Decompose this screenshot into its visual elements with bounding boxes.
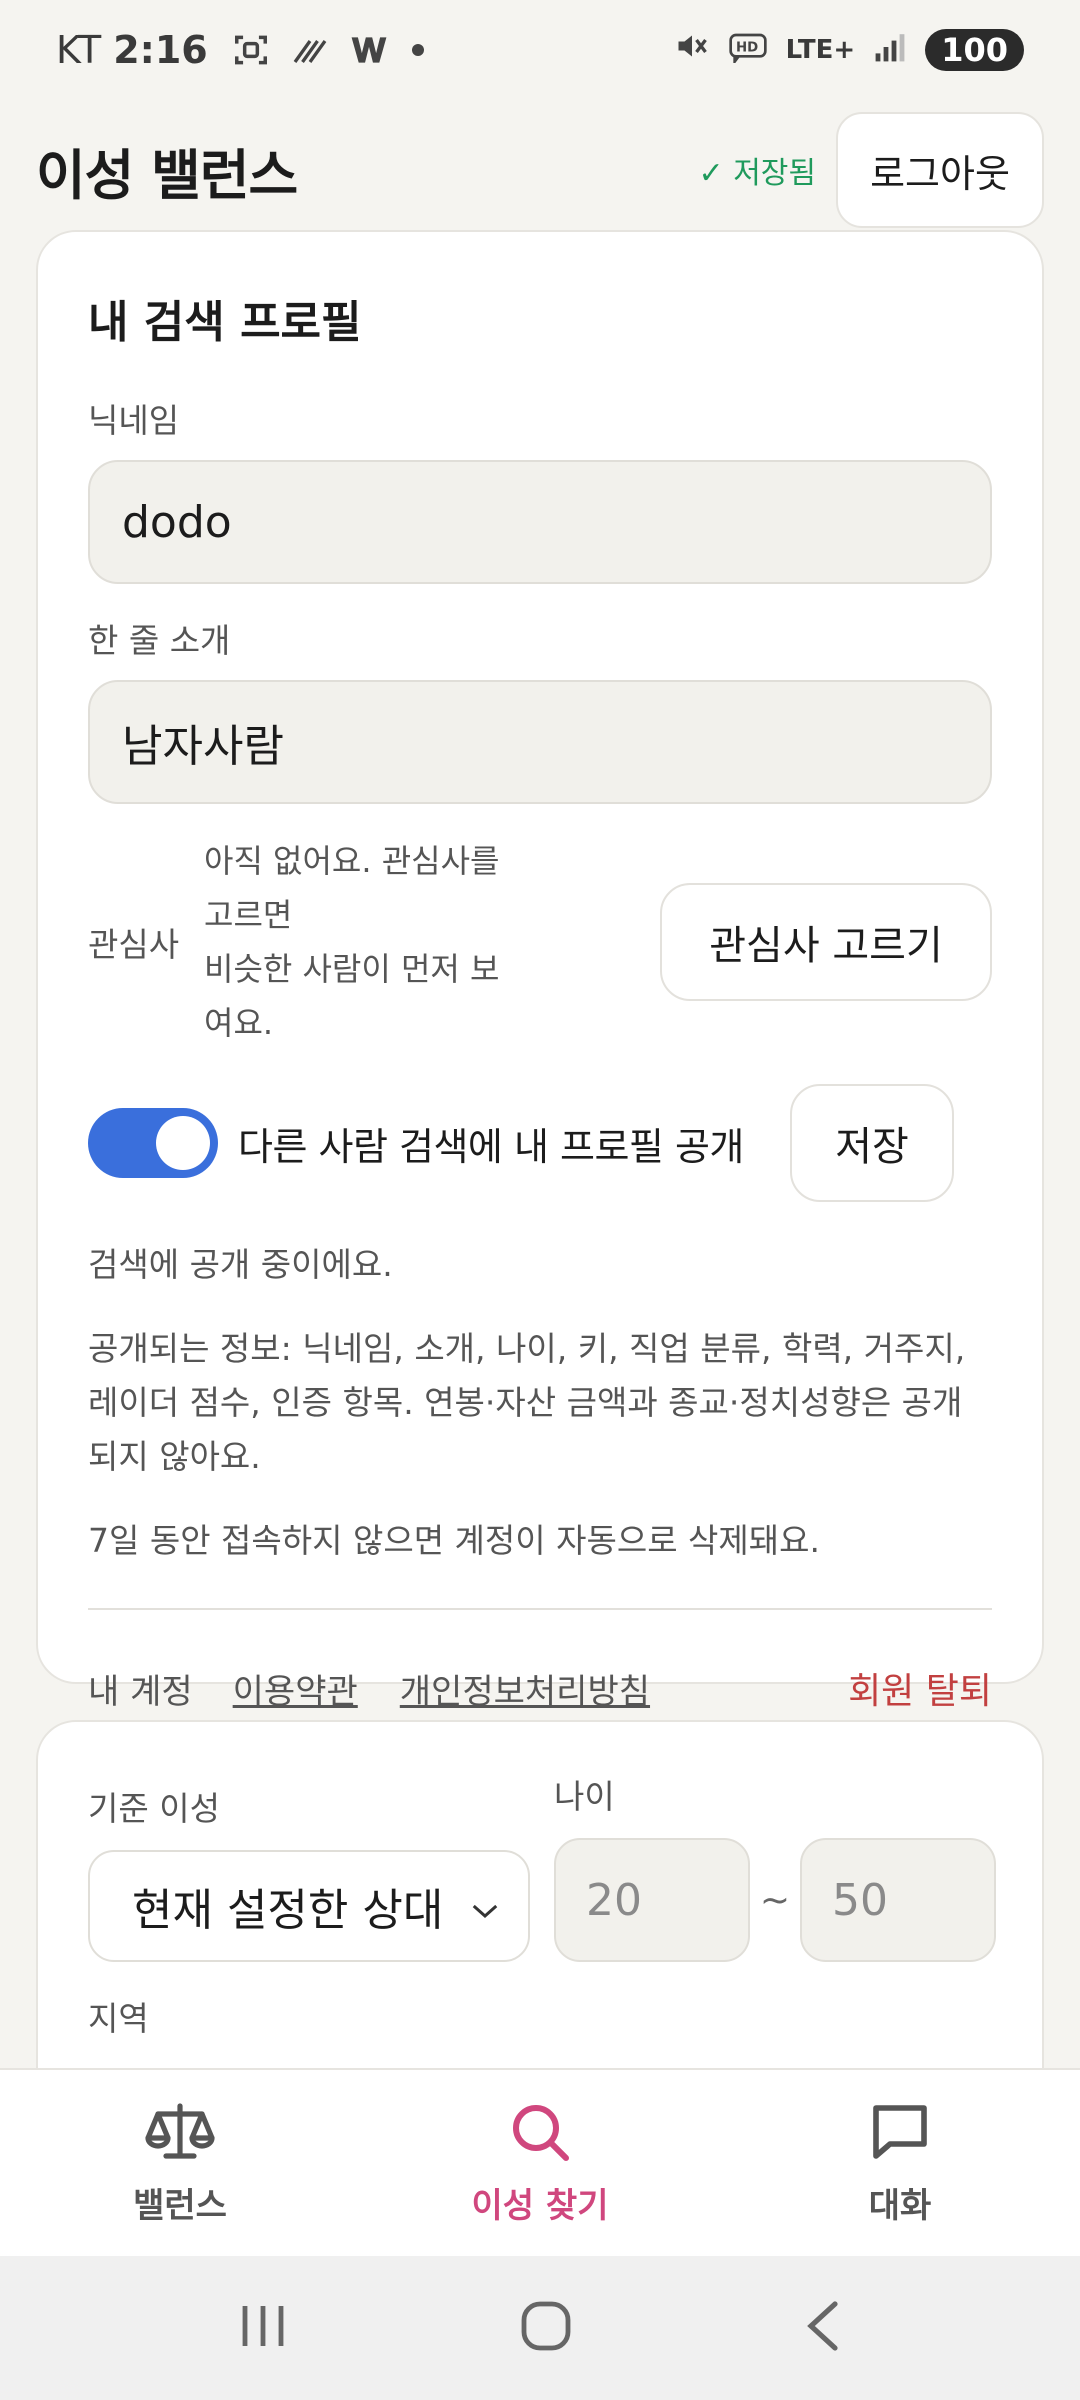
- search-icon: [508, 2100, 572, 2168]
- page-title: 이성 밸런스: [36, 143, 298, 207]
- account-label: 내 계정: [88, 1671, 193, 1712]
- intro-input[interactable]: 남자사람: [88, 680, 992, 804]
- interests-empty-line1: 아직 없어요. 관심사를 고르면: [204, 842, 500, 934]
- app-header: 이성 밸런스 ✓ 저장됨 로그아웃: [0, 110, 1080, 230]
- intro-label: 한 줄 소개: [88, 621, 231, 660]
- saved-status: ✓ 저장됨: [698, 156, 816, 191]
- bottom-nav: 밸런스 이성 찾기 대화: [0, 2068, 1080, 2256]
- interests-empty-text: 아직 없어요. 관심사를 고르면 비슷한 사람이 먼저 보여요.: [204, 834, 504, 1050]
- chat-bubble-icon: [868, 2100, 932, 2168]
- age-label: 나이: [554, 1777, 615, 1816]
- save-button[interactable]: 저장: [790, 1084, 954, 1202]
- signal-icon: [873, 28, 907, 72]
- chevron-down-icon: [470, 1881, 500, 1932]
- public-profile-toggle[interactable]: [88, 1108, 218, 1178]
- home-icon[interactable]: [518, 2298, 574, 2358]
- account-row: 내 계정 이용약관 개인정보처리방침 회원 탈퇴: [88, 1662, 992, 1714]
- clock: 2:16: [113, 28, 208, 72]
- choose-interests-button[interactable]: 관심사 고르기: [660, 883, 992, 1001]
- basis-label: 기준 이성: [88, 1789, 220, 1828]
- interests-empty-line2: 비슷한 사람이 먼저 보여요.: [204, 950, 500, 1042]
- mute-icon: [674, 28, 710, 73]
- nav-item-balance[interactable]: 밸런스: [30, 2100, 330, 2227]
- divider: [88, 1608, 992, 1610]
- nav-item-find[interactable]: 이성 찾기: [390, 2100, 690, 2227]
- nickname-input[interactable]: dodo: [88, 460, 992, 584]
- age-column: 나이 20 ~ 50: [554, 1770, 996, 1962]
- disclosure-info-text: 공개되는 정보: 닉네임, 소개, 나이, 키, 직업 분류, 학력, 거주지,…: [88, 1329, 966, 1476]
- nickname-label: 닉네임: [88, 401, 180, 440]
- terms-link[interactable]: 이용약관: [233, 1664, 358, 1713]
- recent-apps-icon[interactable]: [233, 2298, 293, 2358]
- screenshot-icon: [232, 31, 270, 69]
- basis-select-value: 현재 설정한 상대: [132, 1885, 444, 1936]
- public-toggle-row: 다른 사람 검색에 내 프로필 공개 저장: [88, 1084, 992, 1202]
- nav-label: 이성 찾기: [471, 2185, 609, 2226]
- age-min-input[interactable]: 20: [554, 1838, 750, 1962]
- interests-label: 관심사: [88, 925, 180, 964]
- region-label: 지역: [88, 1999, 149, 2038]
- logout-button[interactable]: 로그아웃: [836, 112, 1044, 228]
- age-range: 20 ~ 50: [554, 1838, 996, 1962]
- w-app-icon: [350, 34, 388, 66]
- public-status-text: 검색에 공개 중이에요.: [88, 1245, 393, 1284]
- hd-icon: HD: [728, 28, 768, 72]
- nav-label: 밸런스: [133, 2185, 227, 2226]
- interests-row: 관심사 아직 없어요. 관심사를 고르면 비슷한 사람이 먼저 보여요. 관심사…: [88, 834, 992, 1050]
- toggle-knob: [156, 1116, 210, 1170]
- system-nav-bar: [0, 2256, 1080, 2400]
- nav-item-chat[interactable]: 대화: [750, 2100, 1050, 2227]
- lte-icon: LTE+: [785, 35, 856, 65]
- back-icon[interactable]: [799, 2298, 847, 2358]
- balance-scale-icon: [142, 2100, 218, 2168]
- carrier-label: KT: [56, 28, 102, 72]
- privacy-link[interactable]: 개인정보처리방침: [400, 1664, 650, 1713]
- section-title: 내 검색 프로필: [88, 297, 362, 348]
- basis-select[interactable]: 현재 설정한 상대: [88, 1850, 530, 1962]
- withdraw-button[interactable]: 회원 탈퇴: [848, 1662, 992, 1714]
- basis-column: 기준 이성 현재 설정한 상대: [88, 1782, 530, 1962]
- age-separator: ~: [759, 1879, 791, 1921]
- filter-row: 기준 이성 현재 설정한 상대 나이 20 ~ 50: [88, 1770, 996, 1962]
- status-bar: KT 2:16 HD LTE+ 100: [0, 0, 1080, 100]
- public-toggle-label: 다른 사람 검색에 내 프로필 공개: [238, 1124, 744, 1169]
- age-max-input[interactable]: 50: [800, 1838, 996, 1962]
- svg-text:HD: HD: [736, 41, 758, 56]
- auto-delete-notice: 7일 동안 접속하지 않으면 계정이 자동으로 삭제돼요.: [88, 1521, 820, 1560]
- dot-icon: [410, 42, 426, 58]
- profile-card: 내 검색 프로필 닉네임 dodo 한 줄 소개 남자사람 관심사 아직 없어요…: [36, 230, 1044, 1712]
- battery-icon: 100: [925, 29, 1024, 71]
- signal-slash-icon: [292, 35, 328, 65]
- nav-label: 대화: [868, 2185, 932, 2226]
